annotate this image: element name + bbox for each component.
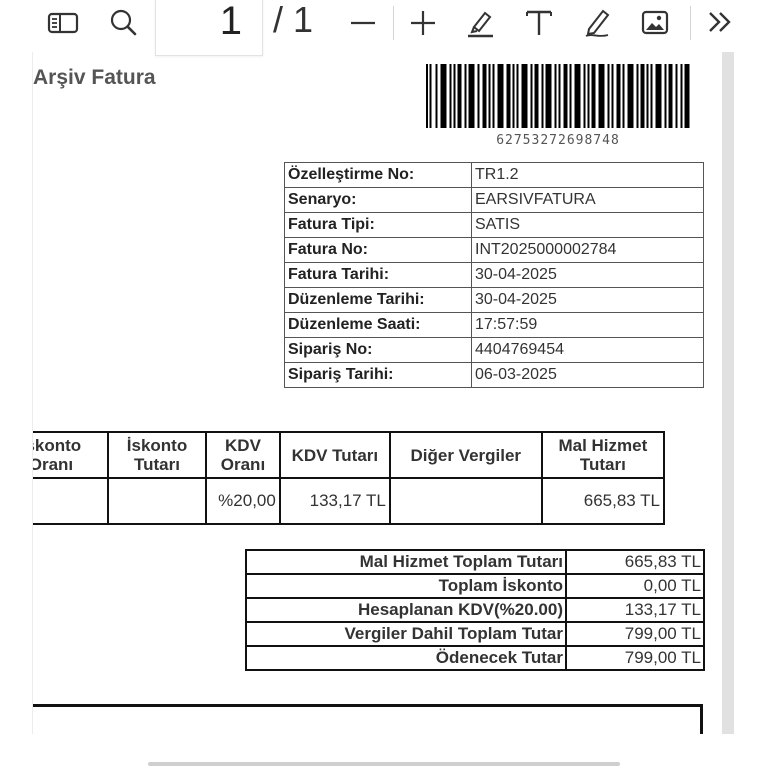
info-value: 06-03-2025: [471, 362, 704, 388]
sidebar-icon[interactable]: [46, 5, 80, 39]
barcode-image: [426, 64, 690, 128]
info-row: Düzenleme Tarihi: 30-04-2025: [284, 287, 704, 313]
totals-label: Vergiler Dahil Toplam Tutar: [245, 621, 567, 647]
table-cell: [106, 477, 208, 525]
toolbar-separator: [393, 6, 394, 40]
zoom-in-icon[interactable]: [406, 5, 440, 39]
totals-value: 799,00 TL: [565, 621, 705, 647]
totals-row: Mal Hizmet Toplam Tutarı 665,83 TL: [245, 549, 705, 575]
totals-row: Hesaplanan KDV(%20.00) 133,17 TL: [245, 597, 705, 623]
invoice-info-table: Özelleştirme No: TR1.2 Senaryo: EARSIVFATU…: [284, 162, 704, 388]
info-value: SATIS: [471, 212, 704, 238]
line-items-table: İskonto Oranı İskonto Tutarı KDV Oranı K…: [33, 431, 666, 525]
more-icon[interactable]: [703, 5, 737, 39]
info-label: Sipariş Tarihi:: [284, 362, 472, 388]
document-title: Arşiv Fatura: [33, 66, 156, 89]
info-label: Düzenleme Saati:: [284, 312, 472, 338]
table-row: %20,00 133,17 TL 665,83 TL: [33, 477, 666, 525]
totals-value: 665,83 TL: [565, 549, 705, 575]
info-value: 4404769454: [471, 337, 704, 363]
text-icon[interactable]: [522, 5, 556, 39]
info-row: Sipariş No: 4404769454: [284, 337, 704, 363]
toolbar-separator: [690, 6, 691, 40]
totals-row: Toplam İskonto 0,00 TL: [245, 573, 705, 599]
totals-row: Ödenecek Tutar 799,00 TL: [245, 645, 705, 671]
info-row: Fatura Tipi: SATIS: [284, 212, 704, 238]
page-edge: [32, 52, 33, 734]
totals-label: Toplam İskonto: [245, 573, 567, 599]
info-label: Sipariş No:: [284, 337, 472, 363]
info-label: Fatura Tarihi:: [284, 262, 472, 288]
table-header-row: İskonto Oranı İskonto Tutarı KDV Oranı K…: [33, 431, 666, 479]
info-label: Düzenleme Tarihi:: [284, 287, 472, 313]
table-cell: %20,00: [205, 477, 281, 525]
vertical-scrollbar[interactable]: [722, 52, 734, 734]
info-label: Özelleştirme No:: [284, 162, 472, 188]
column-header: Mal Hizmet Tutarı: [540, 431, 666, 479]
table-cell: 133,17 TL: [278, 477, 391, 525]
line-items-viewport: İskonto Oranı İskonto Tutarı KDV Oranı K…: [33, 431, 705, 526]
info-label: Fatura Tipi:: [284, 212, 472, 238]
image-icon[interactable]: [638, 5, 672, 39]
column-header: İskonto Oranı: [33, 431, 109, 479]
totals-label: Mal Hizmet Toplam Tutarı: [245, 549, 567, 575]
column-header: Diğer Vergiler: [388, 431, 543, 479]
info-row: Fatura No: INT2025000002784: [284, 237, 704, 263]
info-row: Özelleştirme No: TR1.2: [284, 162, 704, 188]
page-total-label: / 1: [273, 0, 314, 40]
column-header: KDV Oranı: [205, 431, 281, 479]
table-cell: 665,83 TL: [540, 477, 666, 525]
table-cell: [388, 477, 543, 525]
totals-value: 0,00 TL: [565, 573, 705, 599]
totals-label: Ödenecek Tutar: [245, 645, 567, 671]
table-cell: [33, 477, 109, 525]
totals-label: Hesaplanan KDV(%20.00): [245, 597, 567, 623]
column-header: KDV Tutarı: [278, 431, 391, 479]
info-row: Fatura Tarihi: 30-04-2025: [284, 262, 704, 288]
zoom-out-icon[interactable]: [346, 5, 380, 39]
info-label: Senaryo:: [284, 187, 472, 213]
info-row: Düzenleme Saati: 17:57:59: [284, 312, 704, 338]
info-label: Fatura No:: [284, 237, 472, 263]
info-value: TR1.2: [471, 162, 704, 188]
info-value: EARSIVFATURA: [471, 187, 704, 213]
totals-value: 133,17 TL: [565, 597, 705, 623]
barcode-number: 62753272698748: [496, 133, 620, 148]
pdf-toolbar: 1 / 1: [0, 0, 768, 56]
column-header: İskonto Tutarı: [106, 431, 208, 479]
info-value: INT2025000002784: [471, 237, 704, 263]
page-number-input[interactable]: 1: [155, 0, 263, 56]
draw-icon[interactable]: [580, 5, 614, 39]
info-value: 17:57:59: [471, 312, 704, 338]
totals-table: Mal Hizmet Toplam Tutarı 665,83 TL Toplam…: [245, 549, 705, 671]
search-icon[interactable]: [106, 5, 140, 39]
totals-row: Vergiler Dahil Toplam Tutar 799,00 TL: [245, 621, 705, 647]
info-row: Sipariş Tarihi: 06-03-2025: [284, 362, 704, 388]
info-value: 30-04-2025: [471, 262, 704, 288]
highlight-icon[interactable]: [463, 5, 497, 39]
info-row: Senaryo: EARSIVFATURA: [284, 187, 704, 213]
home-indicator[interactable]: [148, 762, 620, 766]
totals-value: 799,00 TL: [565, 645, 705, 671]
info-value: 30-04-2025: [471, 287, 704, 313]
